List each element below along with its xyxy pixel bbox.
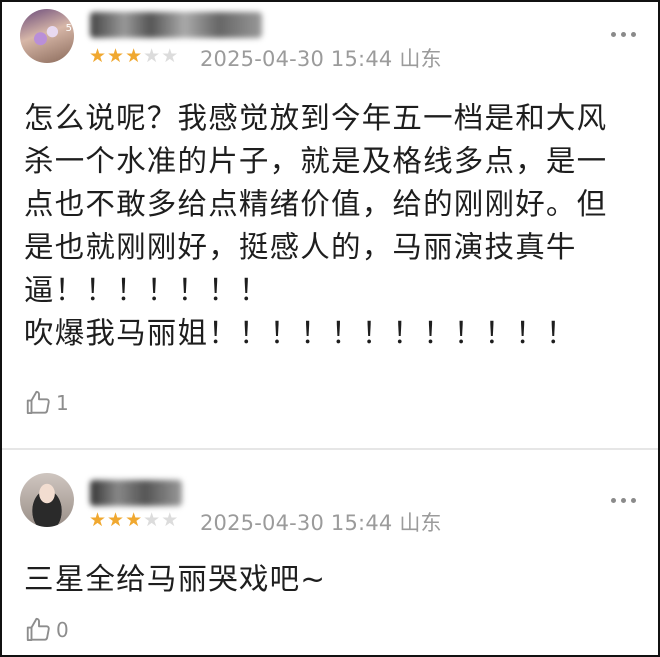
comment-meta: 2025-04-30 15:44 山东: [200, 507, 442, 537]
comment-card: ★ ★ ★ ★ ★ 2025-04-30 15:44 山东 三星全给马丽哭戏吧~…: [2, 470, 658, 655]
comment-list: 5 ★ ★ ★ ★ ★ 2025-04-30 15:44 山东 怎么说呢？我感觉…: [0, 0, 660, 657]
more-dots-icon[interactable]: [611, 498, 636, 503]
comment-line: 杀一个水准的片子，就是及格线多点，是一: [24, 144, 608, 178]
comment-meta: 2025-04-30 15:44 山东: [200, 43, 442, 73]
username-blurred[interactable]: [90, 12, 262, 38]
comment-location: 山东: [399, 47, 442, 71]
like-button[interactable]: 0: [24, 615, 69, 645]
star-icon: ★: [161, 509, 179, 531]
star-icon: ★: [143, 509, 161, 531]
star-icon: ★: [89, 45, 107, 67]
comment-date: 2025-04-30 15:44: [200, 47, 393, 71]
comment-line: 逼！！！！！！！: [24, 273, 270, 307]
rating-stars: ★ ★ ★ ★ ★: [89, 46, 178, 66]
avatar[interactable]: 5: [20, 9, 74, 63]
divider: [2, 448, 658, 450]
avatar-badge: 5: [65, 23, 72, 34]
star-icon: ★: [107, 509, 125, 531]
comment-line: 三星全给马丽哭戏吧~: [24, 562, 327, 596]
username-blurred[interactable]: [90, 480, 182, 506]
comment-location: 山东: [399, 511, 442, 535]
star-icon: ★: [161, 45, 179, 67]
like-count: 0: [56, 618, 69, 642]
star-icon: ★: [107, 45, 125, 67]
thumbs-up-icon: [26, 390, 50, 414]
comment-text: 怎么说呢？我感觉放到今年五一档是和大风 杀一个水准的片子，就是及格线多点，是一 …: [24, 97, 644, 355]
more-dots-icon[interactable]: [611, 32, 636, 37]
star-icon: ★: [143, 45, 161, 67]
rating-stars: ★ ★ ★ ★ ★: [89, 510, 178, 530]
star-icon: ★: [125, 509, 143, 531]
comment-line: 怎么说呢？我感觉放到今年五一档是和大风: [24, 101, 608, 135]
comment-line: 是也就刚刚好，挺感人的，马丽演技真牛: [24, 230, 577, 264]
avatar[interactable]: [20, 473, 74, 527]
comment-text: 三星全给马丽哭戏吧~: [24, 558, 644, 601]
star-icon: ★: [89, 509, 107, 531]
star-icon: ★: [125, 45, 143, 67]
comment-card: 5 ★ ★ ★ ★ ★ 2025-04-30 15:44 山东 怎么说呢？我感觉…: [2, 2, 658, 430]
like-count: 1: [56, 391, 69, 415]
comment-date: 2025-04-30 15:44: [200, 511, 393, 535]
comment-line: 点也不敢多给点精绪价值，给的刚刚好。但: [24, 187, 608, 221]
like-button[interactable]: 1: [24, 388, 69, 418]
thumbs-up-icon: [26, 617, 50, 641]
comment-line: 吹爆我马丽姐！！！！！！！！！！！！: [24, 316, 577, 350]
